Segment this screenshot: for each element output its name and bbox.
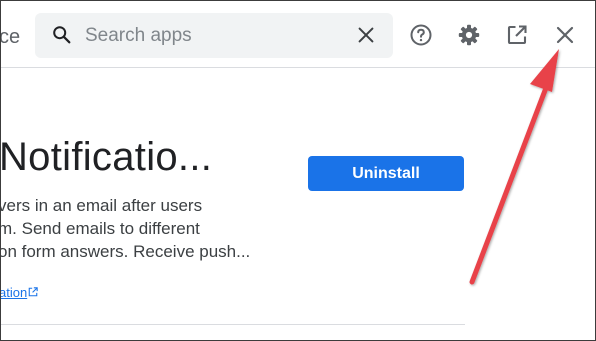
open-in-new-icon[interactable] <box>505 23 529 47</box>
gear-icon[interactable] <box>457 23 481 47</box>
close-icon[interactable] <box>553 23 577 47</box>
help-icon[interactable] <box>409 23 433 47</box>
uninstall-button[interactable]: Uninstall <box>308 156 464 191</box>
app-title: Notificatio... <box>0 135 213 179</box>
search-box[interactable] <box>35 13 393 58</box>
app-link[interactable]: ation <box>1 285 27 300</box>
app-description: vers in an email after users m. Send ema… <box>0 194 288 263</box>
search-input[interactable] <box>85 13 345 58</box>
header-partial-text: ce <box>0 26 21 48</box>
search-icon <box>53 26 71 44</box>
description-line: m. Send emails to different <box>0 219 200 238</box>
dialog-header: ce <box>1 1 595 68</box>
clear-search-icon[interactable] <box>355 24 377 46</box>
description-line: on form answers. Receive push... <box>0 242 251 261</box>
divider <box>1 324 465 325</box>
external-link-icon <box>28 287 38 297</box>
app-dialog: ce Search apps Notificatio... vers in an… <box>0 0 596 341</box>
description-line: vers in an email after users <box>0 196 203 215</box>
